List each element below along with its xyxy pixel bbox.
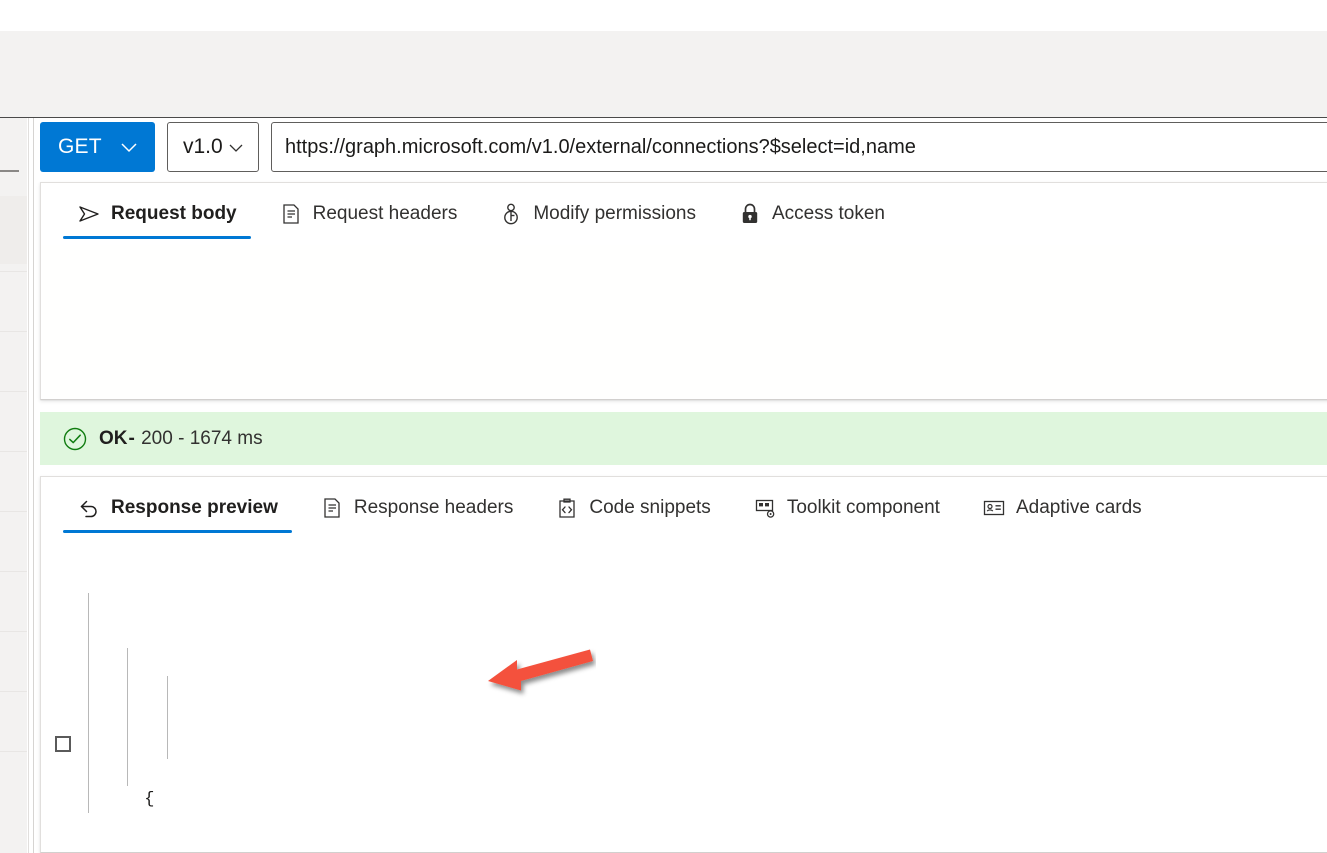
tab-request-body[interactable]: Request body xyxy=(63,183,251,245)
sidebar-rail-outer xyxy=(28,118,29,853)
api-version-label: v1.0 xyxy=(183,135,223,158)
status-separator: - xyxy=(128,427,135,449)
json-brace-open: { xyxy=(144,790,155,809)
top-chrome-band xyxy=(0,31,1327,118)
request-body-editor[interactable] xyxy=(42,245,1327,398)
sidebar-block[interactable] xyxy=(0,196,27,264)
back-arrow-icon xyxy=(80,500,97,518)
sidebar-marker xyxy=(0,170,19,172)
chevron-down-icon xyxy=(121,143,137,153)
response-status-bar: OK- 200 - 1674 ms xyxy=(40,412,1327,465)
response-json-viewer[interactable]: { "@odata.context": "https://graph.micro… xyxy=(55,566,1327,853)
status-duration: 1674 ms xyxy=(189,427,263,449)
check-circle-icon xyxy=(63,427,87,450)
toolkit-component-icon xyxy=(755,499,775,518)
left-sidebar-fragment[interactable] xyxy=(0,118,27,853)
tab-adaptive-cards[interactable]: Adaptive cards xyxy=(968,477,1156,539)
graph-explorer-screen: GET v1.0 https://graph.microsoft.com/v1.… xyxy=(0,0,1327,853)
sidebar-divider xyxy=(0,271,27,272)
request-panel-card: Request body Request headers Modify perm… xyxy=(40,182,1327,400)
tab-adaptive-cards-label: Adaptive cards xyxy=(1015,497,1142,518)
headers-document-icon xyxy=(324,498,340,518)
tab-request-headers[interactable]: Request headers xyxy=(265,183,472,245)
top-divider-rule xyxy=(0,117,1327,118)
tab-response-headers[interactable]: Response headers xyxy=(306,477,528,539)
top-white-band xyxy=(0,0,1327,31)
sidebar-divider xyxy=(0,511,27,512)
sidebar-divider xyxy=(0,571,27,572)
tab-modify-permissions-label: Modify permissions xyxy=(533,203,696,224)
adaptive-card-icon xyxy=(983,500,1005,516)
status-text: OK- 200 - 1674 ms xyxy=(99,428,263,450)
status-ok-label: OK xyxy=(99,427,128,449)
tab-response-preview-label: Response preview xyxy=(111,497,278,518)
json-line: "@odata.context": "https://graph.microso… xyxy=(55,841,1327,853)
tab-code-snippets-label: Code snippets xyxy=(589,497,711,518)
tab-access-token-label: Access token xyxy=(771,203,885,224)
json-line: { xyxy=(55,731,1327,809)
http-method-dropdown[interactable]: GET xyxy=(40,122,155,172)
send-icon xyxy=(79,206,99,222)
indent-guide xyxy=(127,648,128,786)
chevron-down-icon xyxy=(229,144,243,152)
status-separator-2: - xyxy=(178,427,185,449)
headers-document-icon xyxy=(282,204,299,224)
sidebar-divider xyxy=(0,691,27,692)
response-tabs: Response preview Response headers Code s… xyxy=(41,477,1327,539)
sidebar-divider xyxy=(0,751,27,752)
api-version-dropdown[interactable]: v1.0 xyxy=(167,122,259,172)
sidebar-divider xyxy=(0,631,27,632)
tab-modify-permissions[interactable]: Modify permissions xyxy=(485,183,710,245)
collapse-toggle-root[interactable] xyxy=(55,736,71,752)
tab-response-preview[interactable]: Response preview xyxy=(63,477,292,539)
tab-response-headers-label: Response headers xyxy=(353,497,514,518)
tab-code-snippets[interactable]: Code snippets xyxy=(541,477,724,539)
lock-icon xyxy=(742,203,758,223)
request-url-value: https://graph.microsoft.com/v1.0/externa… xyxy=(285,135,916,158)
sidebar-divider xyxy=(0,451,27,452)
active-tab-underline xyxy=(63,236,251,239)
permissions-key-icon xyxy=(504,203,519,225)
code-clipboard-icon xyxy=(559,498,575,518)
sidebar-divider xyxy=(0,331,27,332)
http-method-label: GET xyxy=(58,135,102,158)
status-code: 200 xyxy=(141,427,173,449)
active-tab-underline xyxy=(63,530,292,533)
tab-access-token[interactable]: Access token xyxy=(724,183,899,245)
tab-request-body-label: Request body xyxy=(111,203,237,224)
sidebar-divider xyxy=(0,391,27,392)
tab-request-headers-label: Request headers xyxy=(312,203,458,224)
request-url-input[interactable]: https://graph.microsoft.com/v1.0/externa… xyxy=(271,122,1327,172)
tab-toolkit-component-label: Toolkit component xyxy=(786,497,940,518)
tab-toolkit-component[interactable]: Toolkit component xyxy=(739,477,954,539)
request-bar: GET v1.0 https://graph.microsoft.com/v1.… xyxy=(40,122,1327,172)
sidebar-rail-inner xyxy=(33,118,34,853)
request-tabs: Request body Request headers Modify perm… xyxy=(41,183,1327,245)
